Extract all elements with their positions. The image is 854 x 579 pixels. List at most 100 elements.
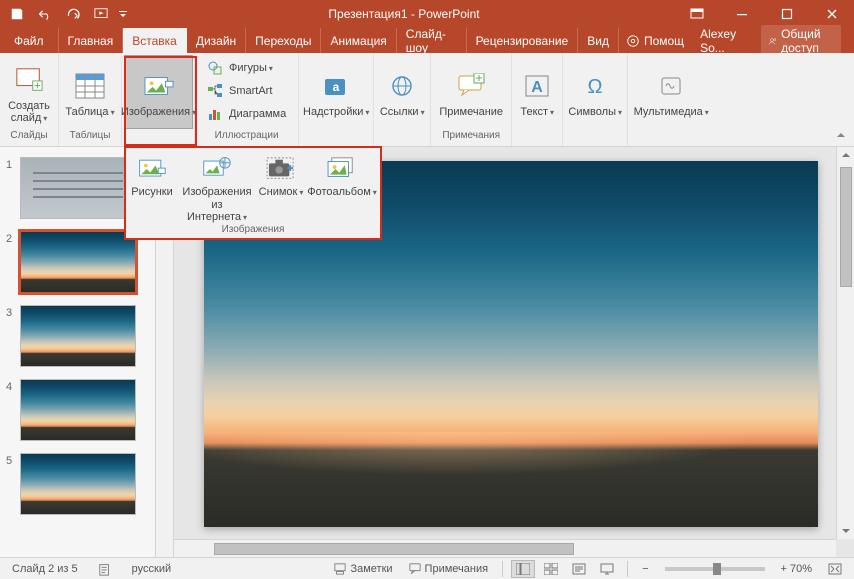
save-button[interactable]: [4, 2, 30, 26]
group-slides: Создать слайд Слайды: [0, 53, 59, 146]
scroll-up-button[interactable]: [839, 147, 853, 163]
normal-view-button[interactable]: [511, 560, 535, 578]
group-symbols: Ω Символы: [563, 53, 628, 146]
text-icon: A: [521, 70, 553, 102]
share-label: Общий доступ: [781, 27, 833, 55]
images-dropdown: Рисунки Изображения из Интернета Снимок …: [124, 146, 382, 240]
svg-text:a: a: [333, 80, 340, 94]
pictures-icon: [136, 154, 168, 184]
spellcheck-button[interactable]: [92, 560, 118, 578]
table-icon: [74, 70, 106, 102]
zoom-slider-thumb[interactable]: [713, 563, 721, 575]
customize-qat-button[interactable]: [116, 2, 130, 26]
comment-button[interactable]: Примечание: [433, 55, 509, 129]
tab-review[interactable]: Рецензирование: [467, 28, 579, 53]
chart-button[interactable]: Диаграмма: [201, 103, 292, 125]
group-media: Мультимедиа: [628, 53, 714, 146]
group-illustrations: Фигуры SmartArt Диаграмма Иллюстрации: [195, 53, 299, 146]
status-bar: Слайд 2 из 5 русский Заметки Примечания …: [0, 557, 854, 579]
close-button[interactable]: [809, 0, 854, 28]
group-comments: Примечание Примечания: [431, 53, 512, 146]
shapes-button[interactable]: Фигуры: [201, 57, 292, 79]
sorter-view-button[interactable]: [539, 560, 563, 578]
thumb-item: 3: [0, 305, 155, 367]
screenshot-button[interactable]: Снимок: [256, 150, 306, 224]
new-slide-button[interactable]: Создать слайд: [2, 55, 56, 129]
group-addins: a Надстройки: [299, 53, 374, 146]
pictures-button[interactable]: Рисунки: [126, 150, 178, 224]
thumb-item: 5: [0, 453, 155, 515]
tab-transitions[interactable]: Переходы: [246, 28, 321, 53]
slide-thumbnail-5[interactable]: [20, 453, 136, 515]
redo-button[interactable]: [60, 2, 86, 26]
comments-button[interactable]: Примечания: [403, 561, 495, 577]
new-slide-icon: [13, 64, 45, 96]
images-button[interactable]: Изображения: [124, 55, 193, 129]
smartart-icon: [207, 83, 223, 99]
reading-view-button[interactable]: [567, 560, 591, 578]
thumb-item: 2: [0, 231, 155, 293]
slide-thumbnail-2[interactable]: [20, 231, 136, 293]
slide-thumbnail-1[interactable]: [20, 157, 136, 219]
notes-button[interactable]: Заметки: [328, 561, 398, 577]
ribbon-tabs: Файл Главная Вставка Дизайн Переходы Ани…: [0, 28, 854, 53]
zoom-in-button[interactable]: + 70%: [775, 561, 819, 577]
language-indicator[interactable]: русский: [126, 561, 177, 577]
group-tables: Таблица Таблицы: [59, 53, 122, 146]
scroll-thumb[interactable]: [214, 543, 574, 555]
photo-album-icon: [326, 154, 358, 184]
chart-icon: [207, 106, 223, 122]
slideshow-view-button[interactable]: [595, 560, 619, 578]
help-label: Помощ: [644, 34, 684, 48]
window-controls: [674, 0, 854, 28]
tab-animations[interactable]: Анимация: [321, 28, 396, 53]
start-slideshow-button[interactable]: [88, 2, 114, 26]
tab-file[interactable]: Файл: [0, 28, 59, 53]
maximize-button[interactable]: [764, 0, 809, 28]
tab-insert[interactable]: Вставка: [123, 28, 187, 53]
title-bar: Презентация1 - PowerPoint: [0, 0, 854, 28]
group-text: A Текст: [512, 53, 563, 146]
addins-button[interactable]: a Надстройки: [301, 55, 371, 129]
scroll-thumb[interactable]: [840, 167, 852, 287]
account-button[interactable]: Alexey So...: [693, 28, 752, 53]
zoom-slider[interactable]: [665, 567, 765, 571]
share-button[interactable]: Общий доступ: [754, 28, 848, 53]
tab-home[interactable]: Главная: [59, 28, 124, 53]
table-button[interactable]: Таблица: [61, 55, 119, 129]
media-icon: [655, 70, 687, 102]
scroll-down-button[interactable]: [839, 523, 853, 539]
tab-slideshow[interactable]: Слайд-шоу: [397, 28, 467, 53]
links-icon: [386, 70, 418, 102]
shapes-icon: [207, 60, 223, 76]
help-button[interactable]: Помощ: [619, 28, 691, 53]
screenshot-icon: [265, 154, 297, 184]
text-button[interactable]: A Текст: [514, 55, 560, 129]
symbols-icon: Ω: [579, 70, 611, 102]
symbols-button[interactable]: Ω Символы: [565, 55, 625, 129]
smartart-button[interactable]: SmartArt: [201, 80, 292, 102]
collapse-ribbon-button[interactable]: [832, 128, 850, 144]
svg-text:A: A: [531, 79, 543, 96]
zoom-out-button[interactable]: −: [636, 561, 654, 577]
minimize-button[interactable]: [719, 0, 764, 28]
undo-button[interactable]: [32, 2, 58, 26]
slide-thumbnail-3[interactable]: [20, 305, 136, 367]
online-pictures-button[interactable]: Изображения из Интернета: [178, 150, 256, 224]
tab-view[interactable]: Вид: [578, 28, 619, 53]
photo-album-button[interactable]: Фотоальбом: [306, 150, 378, 224]
slide-counter[interactable]: Слайд 2 из 5: [6, 561, 84, 577]
window-title: Презентация1 - PowerPoint: [134, 7, 674, 21]
fit-to-window-button[interactable]: [822, 561, 848, 577]
group-images: Изображения: [122, 53, 195, 146]
ribbon-display-options[interactable]: [674, 0, 719, 28]
links-button[interactable]: Ссылки: [376, 55, 428, 129]
tab-design[interactable]: Дизайн: [187, 28, 246, 53]
horizontal-scrollbar[interactable]: [174, 539, 836, 557]
svg-text:Ω: Ω: [588, 76, 603, 98]
images-icon: [143, 70, 175, 102]
media-button[interactable]: Мультимедиа: [630, 55, 712, 129]
slide-thumbnail-4[interactable]: [20, 379, 136, 441]
addins-icon: a: [320, 70, 352, 102]
vertical-scrollbar[interactable]: [836, 147, 854, 539]
